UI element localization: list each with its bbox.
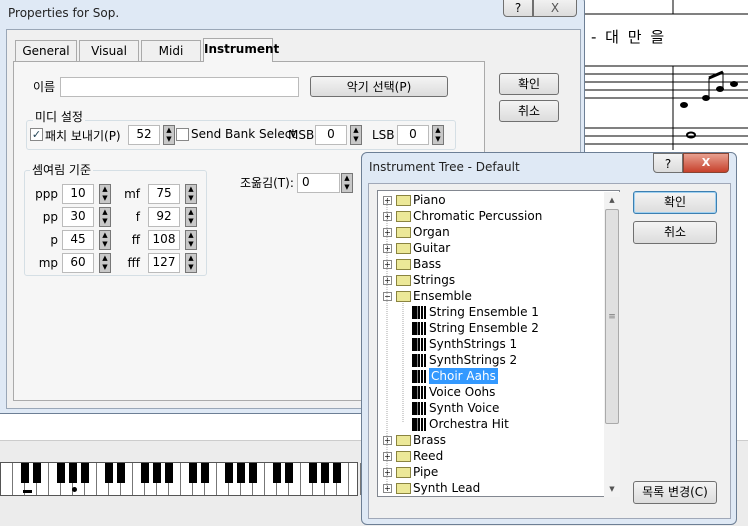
black-key[interactable]	[225, 463, 233, 483]
dynamic-input-ppp[interactable]: 10	[62, 184, 94, 204]
tab-instrument[interactable]: Instrument	[203, 38, 279, 62]
black-key[interactable]	[165, 463, 173, 483]
scroll-up-arrow[interactable]: ▲	[604, 192, 620, 208]
lsb-spinner[interactable]: ▲ ▼	[432, 125, 444, 145]
patch-input[interactable]: 52	[128, 125, 160, 145]
transpose-input[interactable]: 0	[297, 173, 340, 193]
whole-note	[686, 131, 696, 139]
dynamic-input-ff[interactable]: 108	[148, 230, 180, 250]
dialog-title: Properties for Sop.	[8, 6, 120, 20]
black-key[interactable]	[201, 463, 209, 483]
dynamic-spinner-p[interactable]: ▲ ▼	[99, 230, 111, 250]
close-button[interactable]: X	[683, 153, 729, 173]
black-key[interactable]	[153, 463, 161, 483]
scroll-thumb[interactable]: ≡	[605, 209, 619, 424]
dynamics-label: 셈여림 기준	[30, 161, 94, 178]
black-key[interactable]	[69, 463, 77, 483]
black-key[interactable]	[273, 463, 281, 483]
dynamic-label-fff: fff	[127, 256, 141, 270]
black-key[interactable]	[321, 463, 329, 483]
black-key[interactable]	[33, 463, 41, 483]
dynamic-input-mf[interactable]: 75	[148, 184, 180, 204]
black-key[interactable]	[117, 463, 125, 483]
tab-visual[interactable]: Visual	[79, 40, 139, 61]
name-input[interactable]	[60, 77, 299, 97]
black-key[interactable]	[309, 463, 317, 483]
send-patch-checkbox[interactable]: ✓	[30, 128, 43, 141]
send-bank-label: Send Bank Select	[191, 127, 297, 141]
dynamic-spinner-pp[interactable]: ▲ ▼	[99, 207, 111, 227]
dynamic-input-fff[interactable]: 127	[148, 253, 180, 273]
dynamic-label-f: f	[135, 210, 140, 224]
select-instrument-button[interactable]: 악기 선택(P)	[310, 76, 448, 97]
dynamic-spinner-ff[interactable]: ▲ ▼	[185, 230, 197, 250]
scroll-down-arrow[interactable]: ▼	[604, 481, 620, 497]
close-button[interactable]: X	[533, 0, 577, 17]
black-key[interactable]	[189, 463, 197, 483]
lyrics: - 대 만 을	[591, 28, 667, 46]
help-button[interactable]: ?	[653, 153, 683, 173]
black-key[interactable]	[249, 463, 257, 483]
black-key[interactable]	[105, 463, 113, 483]
piano-keyboard[interactable]	[0, 462, 361, 496]
dynamic-label-ppp: ppp	[35, 187, 58, 201]
dynamic-spinner-mp[interactable]: ▲ ▼	[99, 253, 111, 273]
instrument-tree[interactable]: +Piano+Chromatic Percussion+Organ+Guitar…	[377, 190, 620, 497]
ok-button[interactable]: 확인	[499, 73, 559, 95]
transpose-label: 조옮김(T):	[240, 176, 294, 190]
transpose-spinner[interactable]: ▲ ▼	[341, 173, 353, 193]
cancel-button[interactable]: 취소	[633, 221, 717, 244]
dynamic-spinner-fff[interactable]: ▲ ▼	[185, 253, 197, 273]
dynamic-input-mp[interactable]: 60	[62, 253, 94, 273]
dynamic-input-pp[interactable]: 30	[62, 207, 94, 227]
help-button[interactable]: ?	[503, 0, 533, 17]
msb-input[interactable]: 0	[315, 125, 347, 145]
white-key[interactable]	[1, 463, 13, 495]
cancel-button[interactable]: 취소	[499, 100, 559, 122]
black-key[interactable]	[237, 463, 245, 483]
send-bank-checkbox[interactable]	[176, 128, 189, 141]
msb-label: MSB	[288, 128, 315, 142]
ok-button[interactable]: 확인	[633, 191, 717, 214]
dialog-title: Instrument Tree - Default	[369, 160, 520, 174]
lsb-label: LSB	[372, 128, 395, 142]
note	[730, 81, 738, 87]
name-label: 이름	[33, 80, 56, 94]
patch-spinner[interactable]: ▲ ▼	[163, 125, 175, 145]
tab-general[interactable]: General	[15, 40, 77, 61]
change-list-button[interactable]: 목록 변경(C)	[633, 481, 717, 504]
tab-midi[interactable]: Midi	[141, 40, 201, 61]
dynamic-input-p[interactable]: 45	[62, 230, 94, 250]
black-key[interactable]	[21, 463, 29, 483]
lsb-input[interactable]: 0	[397, 125, 429, 145]
black-key[interactable]	[285, 463, 293, 483]
instrument-tree-dialog: Instrument Tree - Default ? X +Piano+Chr…	[361, 152, 737, 525]
send-patch-label: 패치 보내기(P)	[45, 129, 121, 143]
black-key[interactable]	[57, 463, 65, 483]
key-marker	[23, 490, 32, 493]
dynamic-spinner-ppp[interactable]: ▲ ▼	[99, 184, 111, 204]
white-key[interactable]	[349, 463, 361, 495]
dynamic-spinner-f[interactable]: ▲ ▼	[185, 207, 197, 227]
dynamic-spinner-mf[interactable]: ▲ ▼	[185, 184, 197, 204]
black-key[interactable]	[141, 463, 149, 483]
dynamic-input-f[interactable]: 92	[148, 207, 180, 227]
midi-settings-label: 미디 설정	[33, 108, 85, 125]
tree-scrollbar[interactable]: ▲ ≡ ▼	[604, 192, 620, 497]
dynamic-label-mf: mf	[124, 187, 140, 201]
msb-spinner[interactable]: ▲ ▼	[350, 125, 362, 145]
note	[680, 102, 688, 108]
dynamic-label-pp: pp	[42, 210, 58, 224]
key-marker	[72, 487, 77, 492]
dynamic-label-p: p	[50, 233, 58, 247]
black-key[interactable]	[81, 463, 89, 483]
dynamic-label-ff: ff	[131, 233, 140, 247]
dynamic-label-mp: mp	[38, 256, 58, 270]
black-key[interactable]	[333, 463, 341, 483]
tree-lines	[386, 199, 404, 491]
